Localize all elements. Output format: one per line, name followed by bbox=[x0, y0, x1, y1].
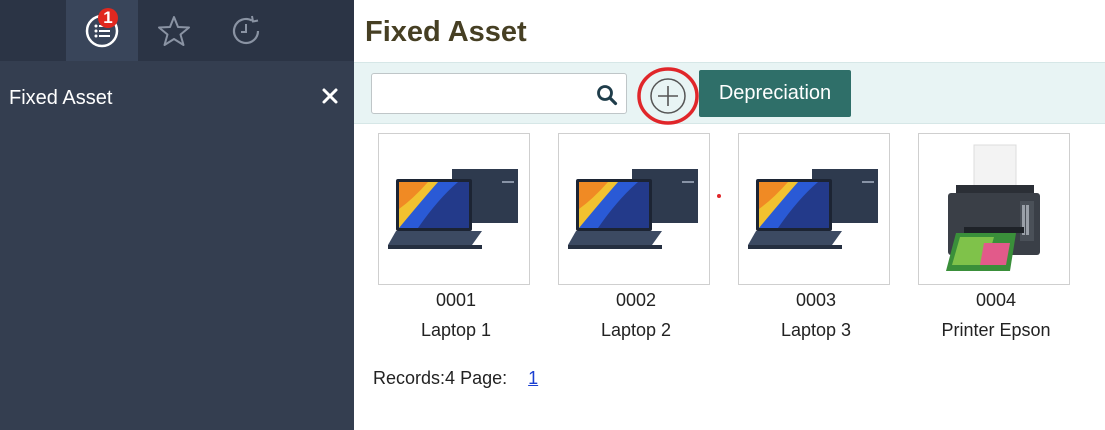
asset-name: Laptop 2 bbox=[600, 320, 672, 340]
add-button[interactable] bbox=[636, 67, 700, 125]
close-icon bbox=[322, 88, 338, 104]
laptop-image bbox=[558, 133, 710, 285]
search-field bbox=[371, 73, 627, 114]
asset-name: Printer Epson bbox=[941, 320, 1051, 340]
asset-code: 0001 bbox=[435, 290, 477, 310]
pagination: Records:4 Page: 1 bbox=[373, 368, 538, 389]
asset-card[interactable]: 0004 Printer Epson bbox=[918, 133, 1074, 341]
marker-dot bbox=[717, 194, 721, 198]
page-label: Page: bbox=[460, 368, 508, 388]
close-button[interactable] bbox=[318, 84, 342, 108]
search-input[interactable] bbox=[378, 80, 588, 108]
depreciation-button[interactable]: Depreciation bbox=[699, 70, 851, 117]
asset-code: 0002 bbox=[615, 290, 657, 310]
page-title: Fixed Asset bbox=[365, 16, 527, 48]
asset-card[interactable]: 0003 Laptop 3 bbox=[738, 133, 894, 341]
tab-history[interactable] bbox=[210, 0, 282, 61]
asset-code: 0003 bbox=[795, 290, 837, 310]
printer-image bbox=[918, 133, 1070, 285]
asset-name: Laptop 1 bbox=[420, 320, 492, 340]
notification-badge: 1 bbox=[98, 8, 118, 28]
search-icon[interactable] bbox=[596, 84, 618, 106]
records-count: Records:4 bbox=[373, 368, 456, 388]
asset-name: Laptop 3 bbox=[780, 320, 852, 340]
sidebar: 1 Fixed Asset bbox=[0, 0, 354, 430]
toolbar: Depreciation bbox=[354, 62, 1105, 125]
laptop-image bbox=[738, 133, 890, 285]
tab-favorites[interactable] bbox=[138, 0, 210, 61]
main-content: Fixed Asset Depreciation 0001 Laptop 1 0… bbox=[354, 0, 1105, 430]
sidebar-tab-bar: 1 bbox=[0, 0, 354, 61]
asset-code: 0004 bbox=[975, 290, 1017, 310]
page-link[interactable]: 1 bbox=[528, 368, 538, 388]
asset-card[interactable]: 0001 Laptop 1 bbox=[378, 133, 534, 341]
history-icon bbox=[232, 15, 260, 44]
star-icon bbox=[158, 15, 190, 46]
laptop-image bbox=[378, 133, 530, 285]
asset-card[interactable]: 0002 Laptop 2 bbox=[558, 133, 714, 341]
tab-list[interactable]: 1 bbox=[66, 0, 138, 61]
sidebar-title: Fixed Asset bbox=[9, 87, 113, 109]
